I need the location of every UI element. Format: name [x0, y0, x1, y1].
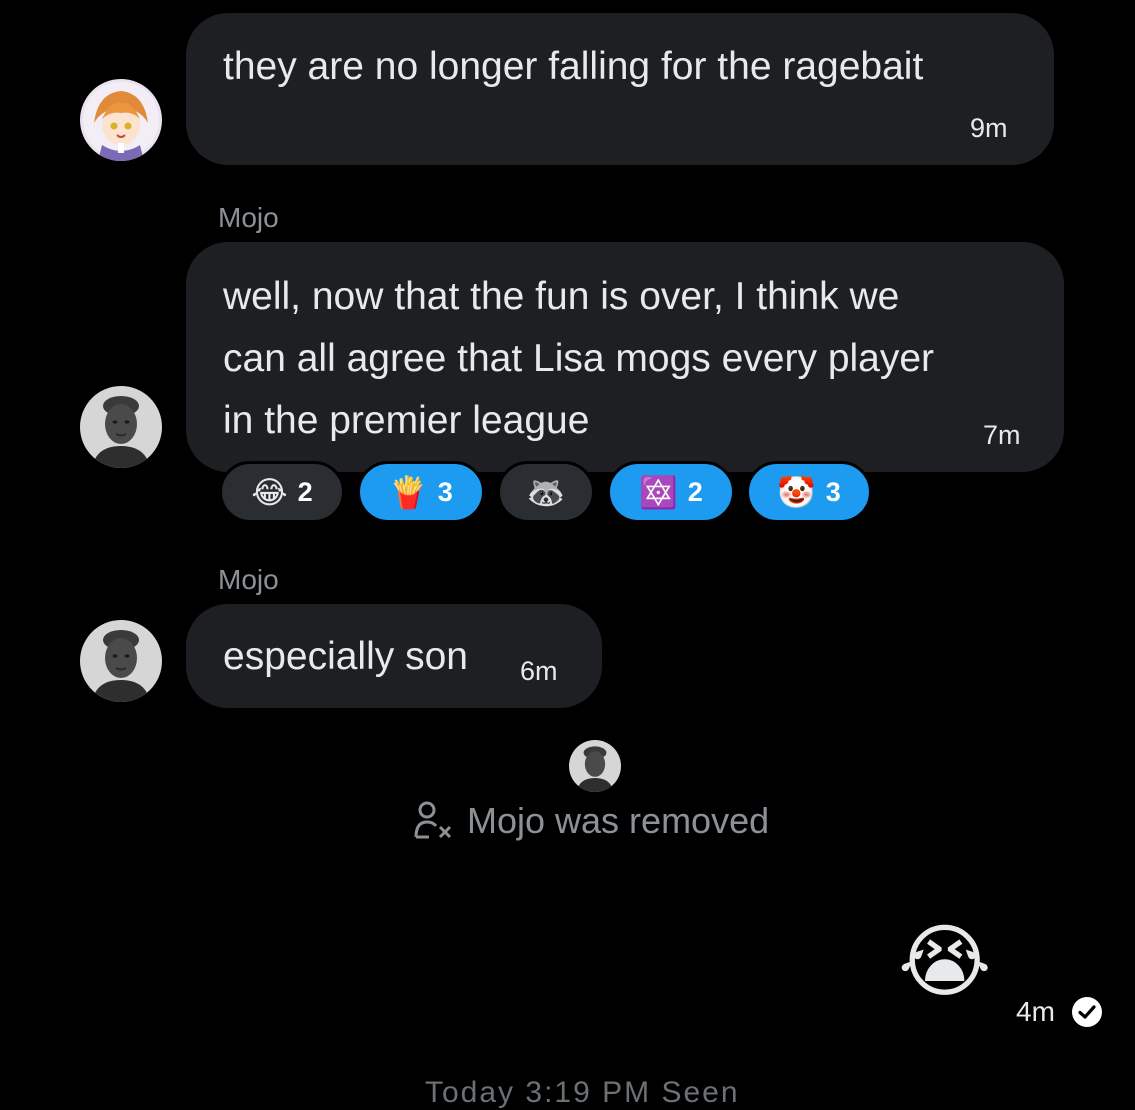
raccoon-emoji-icon: 🦝 [526, 474, 566, 510]
sender-avatar[interactable] [80, 620, 162, 702]
anime-character-avatar-icon [80, 79, 162, 161]
person-avatar-icon [80, 386, 162, 468]
reaction-star-of-david[interactable]: 🔯 2 [607, 461, 735, 523]
fries-emoji-icon: 🍟 [389, 474, 428, 510]
reaction-fries[interactable]: 🍟 3 [357, 461, 485, 523]
reaction-count: 2 [297, 476, 313, 507]
message-line: well, now that the fun is over, I think … [223, 275, 900, 318]
message-text: they are no longer falling for the rageb… [223, 45, 924, 88]
sent-emoji-message[interactable]: 😭 [898, 922, 991, 1002]
clown-emoji-icon: 🤡 [777, 474, 816, 510]
sender-name: Mojo [218, 564, 279, 595]
message-bubble[interactable]: well, now that the fun is over, I think … [186, 242, 1064, 472]
reaction-count: 3 [437, 476, 453, 507]
message-timestamp: 4m [1016, 996, 1055, 1027]
person-avatar-icon [80, 620, 162, 702]
reaction-laughing[interactable]: 😂 2 [219, 461, 345, 523]
reaction-count: 3 [825, 476, 841, 507]
sender-avatar[interactable] [80, 386, 162, 468]
footer-timestamp: Today 3:19 PM Seen [425, 1076, 740, 1109]
reaction-clown[interactable]: 🤡 3 [746, 461, 872, 523]
sender-avatar[interactable] [80, 79, 162, 161]
sent-message-status: 4m [1016, 996, 1103, 1028]
reaction-count: 2 [687, 476, 703, 507]
message-timestamp: 6m [520, 656, 558, 686]
message-timestamp: 7m [983, 420, 1021, 450]
laughing-emoji-icon: 😂 [251, 474, 288, 510]
message-bubble[interactable]: they are no longer falling for the rageb… [186, 13, 1054, 165]
message-line: can all agree that Lisa mogs every playe… [223, 337, 935, 380]
message-line: in the premier league [223, 399, 590, 442]
message-text: especially son [223, 635, 468, 678]
check-circle-icon [1071, 997, 1102, 1027]
sender-name: Mojo [218, 202, 279, 233]
star-of-david-emoji-icon: 🔯 [639, 474, 678, 510]
reaction-raccoon[interactable]: 🦝 [497, 461, 595, 523]
system-event: Mojo was removed [413, 800, 769, 842]
message-bubble[interactable]: especially son 6m [186, 604, 602, 708]
message-timestamp: 9m [970, 113, 1008, 143]
user-removed-icon [414, 801, 452, 839]
person-avatar-icon [569, 740, 621, 792]
removed-user-avatar [569, 740, 621, 792]
system-event-text: Mojo was removed [467, 800, 770, 841]
